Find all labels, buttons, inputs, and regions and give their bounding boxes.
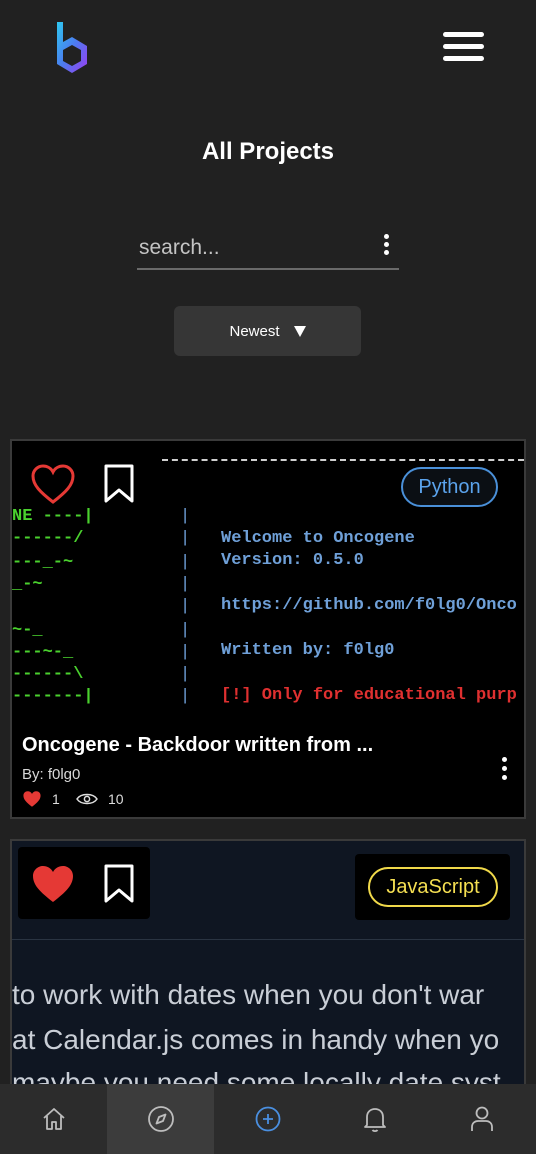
nav-add-project[interactable] [214,1084,321,1154]
card-options-icon[interactable] [497,755,511,783]
nav-profile[interactable] [428,1084,535,1154]
sort-selected-label: Newest [229,322,280,340]
nav-home[interactable] [0,1084,107,1154]
heart-filled-icon [23,791,41,807]
compass-icon [147,1106,174,1132]
top-bar [0,0,536,100]
thumbnail-line: Written by: f0lg0 [221,641,395,660]
thumbnail-line: Welcome to Oncogene [221,529,415,548]
project-title[interactable]: Oncogene - Backdoor written from ... [22,734,452,757]
bell-icon [363,1108,386,1133]
language-tag[interactable]: Python [401,467,498,507]
thumbnail-divider [12,939,524,940]
thumbnail-ascii-line: ------/ [12,529,84,548]
page-title: All Projects [201,138,335,165]
thumbnail-text-line: at Calendar.js comes in handy when yo [12,1024,500,1055]
heart-outline-icon[interactable] [30,463,76,505]
thumbnail-line: Version: 0.5.0 [221,551,364,570]
search-options-icon[interactable] [379,232,393,260]
thumbnail-line: https://github.com/f0lg0/Onco [221,596,517,615]
project-author[interactable]: By: f0lg0 [22,766,80,783]
thumbnail-ascii-line: -------| [12,687,94,706]
project-card[interactable]: JavaScript to work with dates when you d… [12,841,524,1101]
add-circle-icon [255,1106,280,1132]
bookmark-icon[interactable] [103,464,135,504]
hamburger-menu-button[interactable] [441,29,485,65]
eye-icon [76,793,98,805]
home-icon [42,1108,65,1130]
thumbnail-ascii-line: ---~-_ [12,643,74,662]
thumbnail-line: [!] Only for educational purp [221,686,517,705]
bookmark-icon[interactable] [103,864,135,904]
project-card[interactable]: NE ----| ------/ ---_-~ _-~ ~-_ ---~-_ -… [12,441,524,817]
hexagon-b-logo-icon[interactable] [52,20,92,78]
bottom-navigation [0,1084,536,1154]
sort-dropdown[interactable]: Newest [174,306,361,356]
thumbnail-text-line: to work with dates when you don't war [12,979,485,1010]
thumbnail-ascii-line: ~-_ [12,621,43,640]
project-stats: 1 10 [22,789,124,809]
search-bar [137,228,399,270]
search-input[interactable] [139,232,369,264]
thumbnail-ascii-line: _-~ [12,575,43,594]
language-tag[interactable]: JavaScript [368,867,498,907]
thumbnail-ascii-line: NE ----| [12,507,94,526]
view-count: 10 [108,791,124,807]
thumbnail-ascii-line: ---_-~ [12,553,74,572]
user-icon [470,1106,493,1131]
thumbnail-ascii-line: ------\ [12,665,84,684]
nav-notifications[interactable] [321,1084,428,1154]
heart-filled-icon[interactable] [30,863,76,905]
triangle-down-icon [293,325,306,337]
nav-explore[interactable] [107,1084,214,1154]
like-count: 1 [52,791,60,807]
